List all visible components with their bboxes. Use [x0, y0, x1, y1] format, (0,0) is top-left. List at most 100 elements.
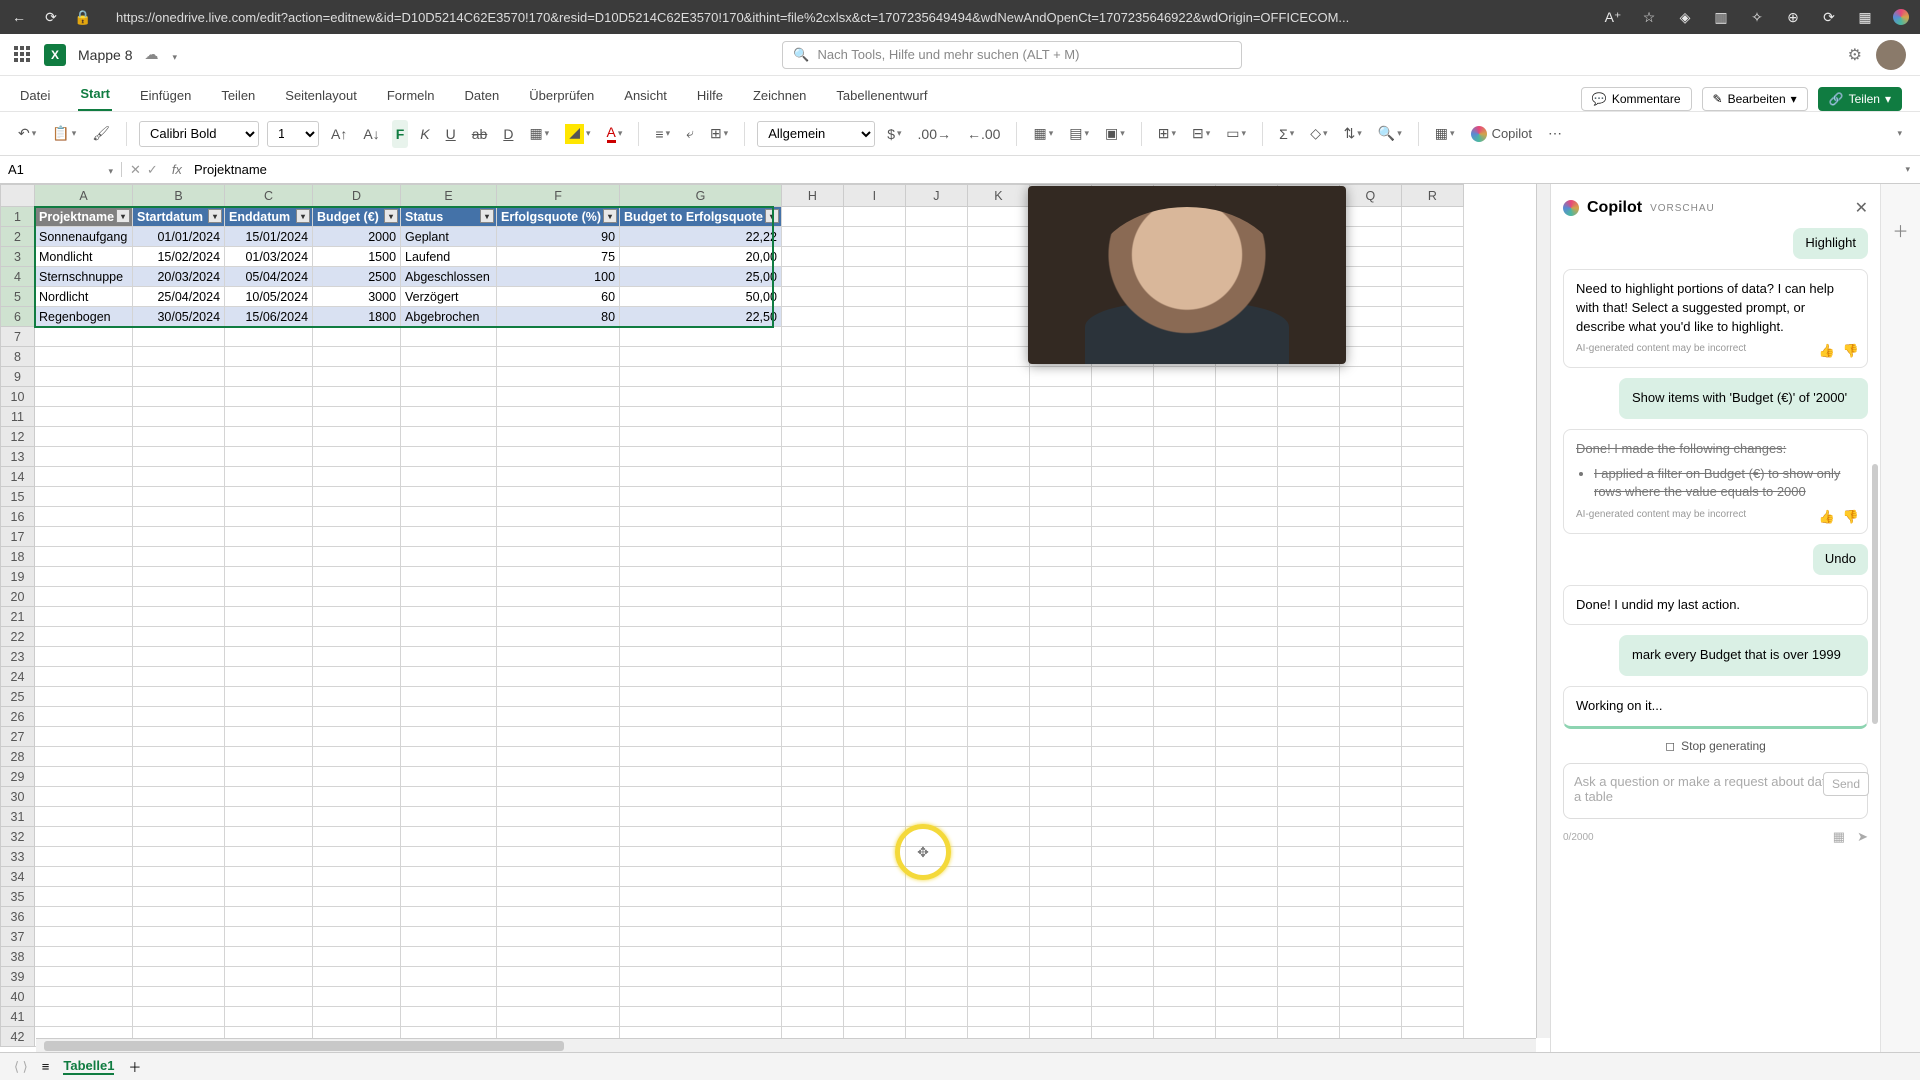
extensions-icon[interactable]: ⊕	[1784, 8, 1802, 26]
sheet-tab-active[interactable]: Tabelle1	[63, 1058, 114, 1075]
cond-format-button[interactable]: ▦	[1029, 120, 1057, 148]
sync-icon[interactable]: ◈	[1676, 8, 1694, 26]
table-row[interactable]: 20	[1, 587, 1464, 607]
table-row[interactable]: 36	[1, 907, 1464, 927]
thumbs-up-icon[interactable]: 👍	[1819, 342, 1835, 361]
collections-icon[interactable]: ✧	[1748, 8, 1766, 26]
table-row[interactable]: 27	[1, 727, 1464, 747]
table-row[interactable]: 40	[1, 987, 1464, 1007]
table-row[interactable]: 9	[1, 367, 1464, 387]
table-row[interactable]: 39	[1, 967, 1464, 987]
tab-seitenlayout[interactable]: Seitenlayout	[283, 88, 359, 111]
table-row[interactable]: 16	[1, 507, 1464, 527]
tab-daten[interactable]: Daten	[463, 88, 502, 111]
col-header-F[interactable]: F	[497, 185, 620, 207]
table-row[interactable]: 32	[1, 827, 1464, 847]
table-row[interactable]: 24	[1, 667, 1464, 687]
table-row[interactable]: 31	[1, 807, 1464, 827]
table-row[interactable]: 35	[1, 887, 1464, 907]
table-row[interactable]: 17	[1, 527, 1464, 547]
table-row[interactable]: 23	[1, 647, 1464, 667]
col-header-E[interactable]: E	[401, 185, 497, 207]
tab-tabellenentwurf[interactable]: Tabellenentwurf	[834, 88, 929, 111]
insert-cells-button[interactable]: ⊞	[1154, 120, 1180, 148]
filter-icon[interactable]	[603, 209, 617, 223]
borders-button[interactable]: ▦	[525, 120, 553, 148]
paste-button[interactable]: 📋	[48, 120, 80, 148]
formula-input[interactable]: Projektname	[188, 162, 1900, 177]
document-name[interactable]: Mappe 8	[78, 47, 132, 63]
clear-button[interactable]: ◇	[1306, 120, 1331, 148]
col-header-C[interactable]: C	[225, 185, 313, 207]
stop-generating-button[interactable]: ◻Stop generating	[1563, 739, 1868, 753]
doc-menu-chevron-icon[interactable]	[170, 47, 177, 63]
tab-hilfe[interactable]: Hilfe	[695, 88, 725, 111]
font-family-select[interactable]: Calibri Bold	[139, 121, 259, 147]
split-icon[interactable]: ▥	[1712, 8, 1730, 26]
tab-teilen[interactable]: Teilen	[219, 88, 257, 111]
header-status[interactable]: Status	[401, 207, 497, 227]
header-budget-erfolg[interactable]: Budget to Erfolgsquote	[620, 207, 782, 227]
name-box[interactable]: A1	[0, 162, 122, 177]
horizontal-scrollbar[interactable]	[36, 1038, 1536, 1052]
tab-zeichnen[interactable]: Zeichnen	[751, 88, 808, 111]
copilot-ribbon-button[interactable]: Copilot	[1467, 120, 1536, 148]
tab-datei[interactable]: Datei	[18, 88, 52, 111]
undo-chip[interactable]: Undo	[1813, 544, 1868, 575]
addins-button[interactable]: ▦	[1431, 120, 1459, 148]
strike-button[interactable]: ab	[468, 120, 492, 148]
fill-color-button[interactable]: ◢	[561, 120, 594, 148]
tab-formeln[interactable]: Formeln	[385, 88, 437, 111]
format-painter-button[interactable]: 🖌	[88, 120, 114, 148]
refresh-icon[interactable]: ⟳	[42, 8, 60, 26]
delete-cells-button[interactable]: ⊟	[1188, 120, 1214, 148]
filter-icon[interactable]	[384, 209, 398, 223]
send-button[interactable]: Send	[1823, 772, 1869, 796]
wrap-text-button[interactable]: ⤶	[682, 120, 698, 148]
table-styles-button[interactable]: ▤	[1065, 120, 1093, 148]
table-row[interactable]: 21	[1, 607, 1464, 627]
copilot-scrollbar[interactable]	[1872, 464, 1878, 724]
submit-icon[interactable]: ➤	[1857, 829, 1868, 845]
col-header-Q[interactable]: Q	[1339, 185, 1401, 207]
sort-filter-button[interactable]: ⇅	[1340, 120, 1366, 148]
performance-icon[interactable]: ⟳	[1820, 8, 1838, 26]
app-launcher-icon[interactable]	[14, 46, 32, 64]
table-row[interactable]: 13	[1, 447, 1464, 467]
col-header-K[interactable]: K	[967, 185, 1029, 207]
col-header-J[interactable]: J	[905, 185, 967, 207]
search-input[interactable]: 🔍 Nach Tools, Hilfe und mehr suchen (ALT…	[782, 41, 1242, 69]
rail-add-icon[interactable]: ＋	[1892, 218, 1908, 242]
attach-icon[interactable]: ▦	[1833, 829, 1845, 845]
table-row[interactable]: 28	[1, 747, 1464, 767]
currency-button[interactable]: $	[883, 120, 905, 148]
double-underline-button[interactable]: D	[499, 120, 517, 148]
merge-button[interactable]: ⊞	[706, 120, 732, 148]
thumbs-up-icon[interactable]: 👍	[1819, 508, 1835, 527]
thumbs-down-icon[interactable]: 👎	[1843, 342, 1859, 361]
avatar[interactable]	[1876, 40, 1906, 70]
teilen-button[interactable]: 🔗 Teilen ▾	[1818, 87, 1902, 111]
undo-button[interactable]: ↶	[14, 120, 40, 148]
sheet-nav-icon[interactable]: ⟨ ⟩	[14, 1059, 28, 1075]
table-row[interactable]: 37	[1, 927, 1464, 947]
col-header-I[interactable]: I	[843, 185, 905, 207]
tab-einfuegen[interactable]: Einfügen	[138, 88, 193, 111]
col-header-H[interactable]: H	[781, 185, 843, 207]
header-enddatum[interactable]: Enddatum	[225, 207, 313, 227]
col-header-B[interactable]: B	[133, 185, 225, 207]
table-row[interactable]: 15	[1, 487, 1464, 507]
header-erfolgsquote[interactable]: Erfolgsquote (%)	[497, 207, 620, 227]
browser-copilot-icon[interactable]	[1892, 8, 1910, 26]
fx-label[interactable]: fx	[166, 162, 188, 177]
table-row[interactable]: 30	[1, 787, 1464, 807]
close-icon[interactable]: ✕	[1855, 198, 1868, 218]
cancel-formula-icon[interactable]: ✕	[130, 162, 141, 178]
table-row[interactable]: 25	[1, 687, 1464, 707]
col-header-R[interactable]: R	[1401, 185, 1463, 207]
copilot-input[interactable]: Ask a question or make a request about d…	[1563, 763, 1868, 819]
sheet-list-icon[interactable]: ≡	[42, 1059, 50, 1074]
number-format-select[interactable]: Allgemein	[757, 121, 875, 147]
add-sheet-button[interactable]: ＋	[128, 1057, 141, 1076]
expand-formula-icon[interactable]	[1899, 156, 1914, 184]
